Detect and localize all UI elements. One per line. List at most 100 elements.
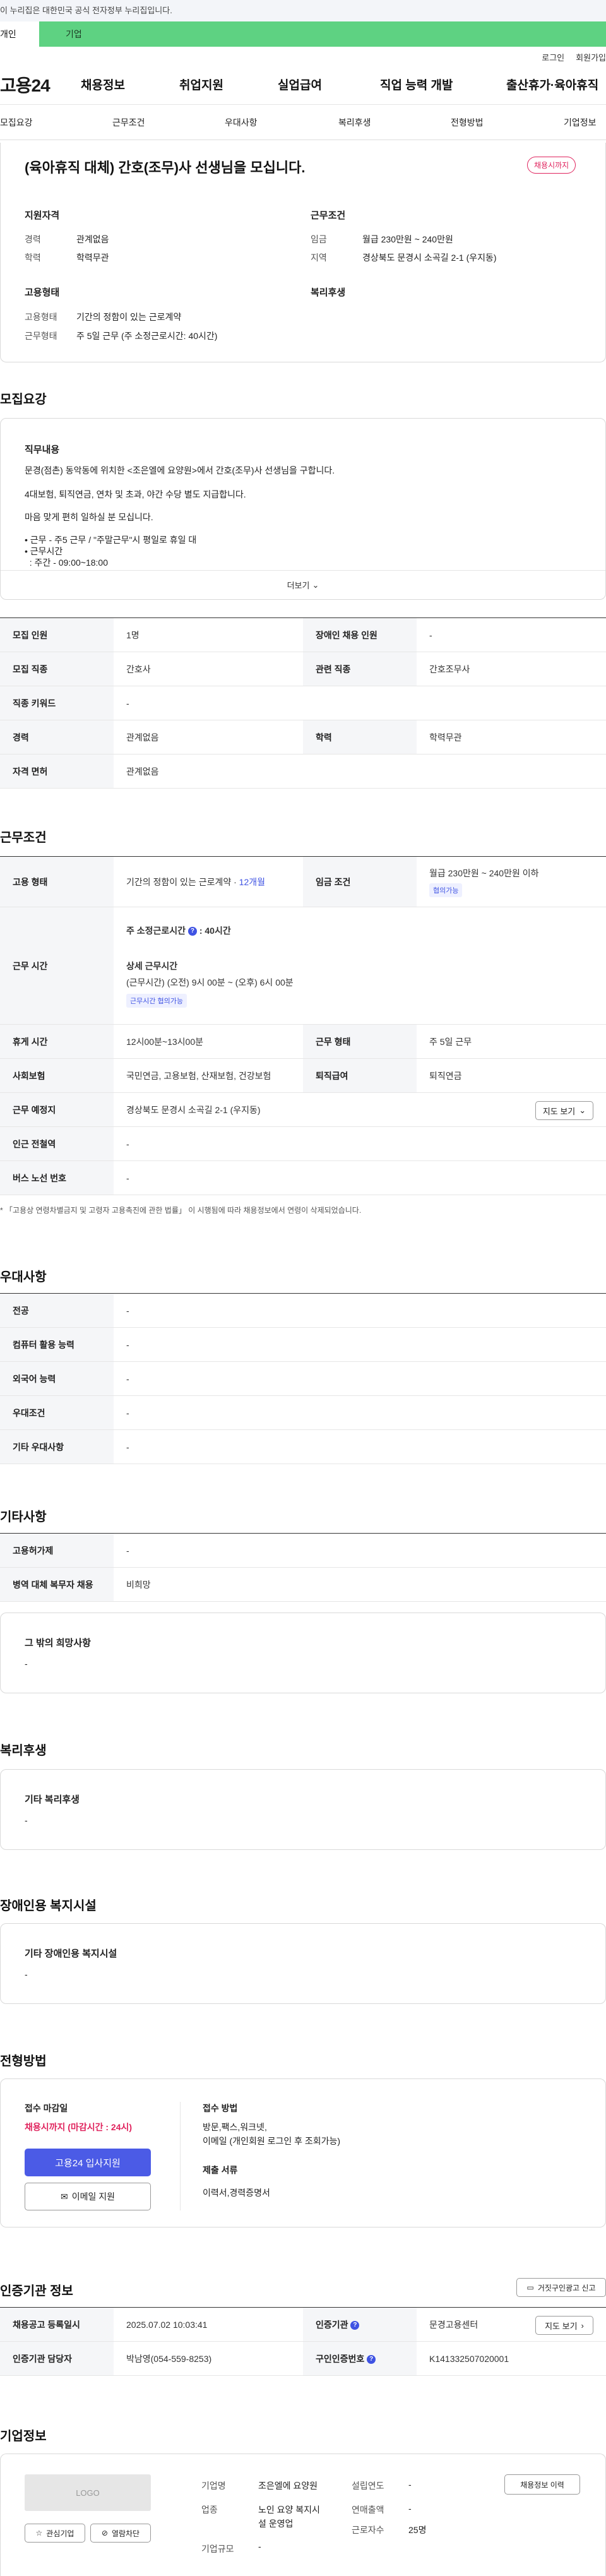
- row-value: -: [114, 686, 606, 720]
- table-row: 휴게 시간 12시00분~13시00분 근무 형태 주 5일 근무: [0, 1024, 606, 1059]
- tab-work[interactable]: 근무조건: [112, 116, 145, 129]
- job-history-button[interactable]: 채용정보 이력: [504, 2474, 580, 2495]
- qualification-heading: 지원자격: [25, 210, 60, 221]
- docs-value: 이력서,경력증명서: [203, 2188, 270, 2198]
- divider: [180, 2102, 181, 2210]
- hope-title: 그 밖의 희망사항: [25, 1638, 91, 1649]
- welfare-card: 기타 복리후생 -: [0, 1769, 606, 1850]
- chevron-down-icon: ⌄: [312, 580, 319, 590]
- job-desc-line: 4대보험, 퇴직연금, 연차 및 초과, 야간 수당 별도 지급합니다.: [25, 489, 246, 499]
- wage-value: 월급 230만원 ~ 240만원 이하: [429, 868, 539, 878]
- more-button[interactable]: 더보기 ⌄: [1, 570, 605, 599]
- tab-recruit[interactable]: 모집요강: [0, 116, 33, 129]
- employees-label: 근로자수: [352, 2525, 384, 2535]
- fav-label: 관심기업: [46, 2529, 74, 2538]
- gnb-item-parental[interactable]: 출산휴가·육아휴직: [506, 76, 598, 93]
- row-value: -: [114, 1361, 606, 1396]
- cert-map-label: 지도 보기: [545, 2321, 578, 2331]
- site-logo[interactable]: 고용24: [0, 72, 81, 97]
- row-value: 간호조무사: [417, 652, 606, 686]
- welfare-title: 기타 복리후생: [25, 1794, 80, 1805]
- job-desc-line: 문경(점촌) 동악동에 위치한 <조은엘에 요양원>에서 간호(조무)사 선생님…: [25, 465, 335, 475]
- row-value: 기간의 정함이 있는 근로계약 · 12개월: [114, 856, 303, 907]
- row-value: -: [114, 1395, 606, 1430]
- email-apply-button[interactable]: ✉ 이메일 지원: [25, 2183, 151, 2210]
- row-value: 1명: [114, 617, 303, 652]
- method-value: 방문,팩스,워크넷,: [203, 2122, 267, 2132]
- row-value: -: [114, 1429, 606, 1464]
- row-key: 컴퓨터 활용 능력: [0, 1327, 114, 1362]
- org-label: 인증기관: [316, 2319, 348, 2330]
- apply-button[interactable]: 고용24 입사지원: [25, 2149, 151, 2176]
- gnb-item-employment-support[interactable]: 취업지원: [179, 76, 223, 93]
- tab-pref[interactable]: 우대사항: [225, 116, 258, 129]
- row-key: 퇴직급여: [303, 1058, 417, 1093]
- report-false-ad-button[interactable]: ▭ 거짓구인광고 신고: [516, 2278, 606, 2297]
- block-view-button[interactable]: ⊘ 열람차단: [90, 2524, 151, 2543]
- login-link[interactable]: 로그인: [542, 51, 564, 63]
- emp-type-heading: 고용형태: [25, 287, 60, 298]
- disabled-heading: 장애인용 복지시설: [0, 1899, 97, 1913]
- row-key: 고용 형태: [0, 856, 114, 907]
- cert-table: 채용공고 등록일시 2025.07.02 10:03:41 인증기관 ? 문경고…: [0, 2307, 606, 2376]
- table-row: 근무 예정지 경상북도 문경시 소곡길 2-1 (우지동) 지도 보기 ⌄: [0, 1092, 606, 1127]
- gnb-item-jobs[interactable]: 채용정보: [81, 76, 125, 93]
- row-key: 우대조건: [0, 1395, 114, 1430]
- hope-value: -: [25, 1659, 28, 1669]
- emp-type-value: 기간의 정함이 있는 근로계약 ·: [126, 876, 239, 887]
- row-value: -: [114, 1533, 606, 1568]
- name-value: 조은엘에 요양원: [258, 2481, 318, 2491]
- tab-process[interactable]: 전형방법: [451, 116, 484, 129]
- table-row: 인근 전철역 -: [0, 1126, 606, 1161]
- help-icon[interactable]: ?: [367, 2354, 376, 2364]
- work-condition-heading: 근무조건: [311, 210, 346, 221]
- welfare-value: -: [25, 1815, 28, 1825]
- biz-value-2: 설 운영업: [258, 2519, 294, 2529]
- tab-company[interactable]: 기업: [39, 21, 606, 47]
- table-row: 고용 형태 기간의 정함이 있는 근로계약 · 12개월 임금 조건 월급 23…: [0, 856, 606, 907]
- tab-welfare[interactable]: 복리후생: [338, 116, 371, 129]
- edu-value: 학력무관: [76, 253, 109, 263]
- deadline-label: 접수 마감일: [25, 2103, 68, 2113]
- detail-hours-heading: 상세 근무시간: [126, 960, 178, 971]
- est-value: -: [408, 2479, 412, 2490]
- favorite-company-button[interactable]: ☆ 관심기업: [25, 2524, 85, 2543]
- help-icon[interactable]: ?: [350, 2320, 360, 2330]
- row-value: -: [114, 1126, 606, 1161]
- table-row: 기타 우대사항 -: [0, 1429, 606, 1464]
- table-row: 외국어 능력 -: [0, 1361, 606, 1396]
- pref-table: 전공 - 컴퓨터 활용 능력 - 외국어 능력 - 우대조건 - 기타 우대사항 -: [0, 1293, 606, 1464]
- deadline-badge: 채용시까지: [527, 157, 576, 174]
- row-key: 전공: [0, 1293, 114, 1328]
- help-icon[interactable]: ?: [187, 926, 197, 936]
- gnb-item-training[interactable]: 직업 능력 개발: [380, 76, 453, 93]
- map-view-button[interactable]: 지도 보기 ⌄: [535, 1101, 593, 1120]
- job-desc-line: : 주간 - 09:00~18:00: [25, 558, 109, 568]
- worktype-value: 주 5일 근무 (주 소정근로시간: 40시간): [76, 331, 218, 341]
- block-icon: ⊘: [101, 2529, 108, 2537]
- apply-label: 고용24 입사지원: [55, 2157, 121, 2169]
- tab-company[interactable]: 기업정보: [564, 116, 597, 129]
- employees-value: 25명: [408, 2525, 427, 2535]
- row-key: 휴게 시간: [0, 1024, 114, 1059]
- negotiable-chip: 협의가능: [429, 883, 463, 897]
- mail-icon: ✉: [60, 2191, 68, 2202]
- gov-banner: 이 누리집은 대한민국 공식 전자정부 누리집입니다.: [0, 0, 606, 21]
- summary-card: (육아휴직 대체) 간호(조무)사 선생님을 모십니다. 채용시까지 지원자격 …: [0, 143, 606, 362]
- sales-label: 연매출액: [352, 2505, 384, 2515]
- table-row: 버스 노선 번호 -: [0, 1160, 606, 1195]
- cert-map-button[interactable]: 지도 보기 ›: [535, 2316, 593, 2335]
- row-key: 인근 전철역: [0, 1126, 114, 1161]
- tab-personal[interactable]: 개인: [0, 21, 39, 47]
- welfare-heading: 복리후생: [311, 287, 346, 298]
- gnb-item-unemployment[interactable]: 실업급여: [278, 76, 322, 93]
- company-logo: LOGO: [25, 2474, 151, 2511]
- scale-value: -: [258, 2541, 261, 2551]
- chevron-down-icon: ⌄: [579, 1106, 586, 1115]
- table-row: 전공 -: [0, 1293, 606, 1328]
- row-key: 기타 우대사항: [0, 1429, 114, 1464]
- emp-months: 12개월: [239, 876, 266, 887]
- emptype-value: 기간의 정함이 있는 근로계약: [76, 312, 182, 322]
- signup-link[interactable]: 회원가입: [576, 51, 606, 63]
- row-value: 관계없음: [114, 754, 606, 789]
